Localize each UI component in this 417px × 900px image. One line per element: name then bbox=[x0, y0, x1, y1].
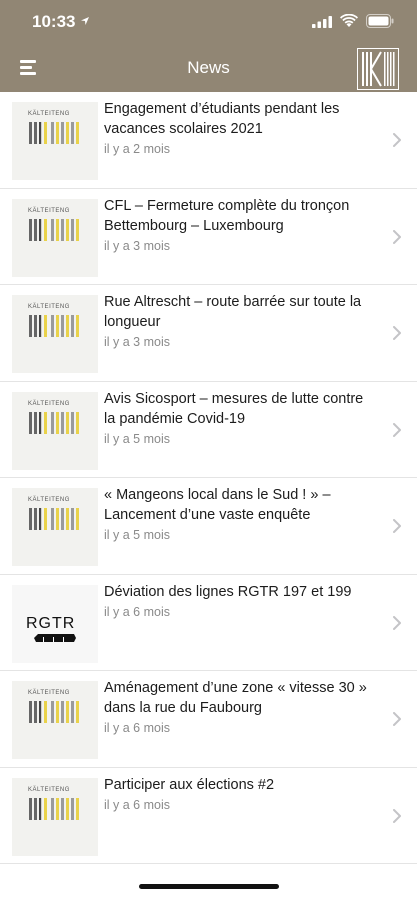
logo-bars-icon bbox=[29, 797, 79, 820]
chevron-right-icon bbox=[393, 519, 401, 533]
bus-icon bbox=[34, 633, 76, 642]
app-header: 10:33 News bbox=[0, 0, 417, 92]
chevron-right-icon bbox=[393, 808, 401, 823]
municipality-logo-thumbnail: KÄLTEITENG bbox=[12, 295, 98, 373]
logo-text: KÄLTEITENG bbox=[28, 207, 70, 214]
news-title: Avis Sicosport – mesures de lutte contre… bbox=[104, 390, 364, 427]
news-title: Rue Altrescht – route barrée sur toute l… bbox=[104, 294, 362, 330]
news-title: Engagement d’étudiants pendant les vacan… bbox=[104, 101, 340, 137]
news-list-item[interactable]: KÄLTEITENG Participer aux élections #2 il … bbox=[0, 768, 417, 864]
rgtr-logo-text: RGTR bbox=[26, 614, 76, 632]
municipality-logo-thumbnail: KÄLTEITENG bbox=[12, 102, 98, 180]
logo-bars-icon bbox=[29, 218, 79, 241]
chevron-right-icon bbox=[393, 326, 401, 340]
news-date: il y a 6 mois bbox=[104, 721, 170, 735]
logo-bars-icon bbox=[29, 315, 79, 337]
location-arrow-icon bbox=[81, 17, 89, 25]
news-list-item[interactable]: KÄLTEITENG CFL – Fermeture complète du tr… bbox=[0, 189, 417, 285]
news-list-item[interactable]: KÄLTEITENG Aménagement d’une zone « vites… bbox=[0, 671, 417, 768]
municipality-logo-thumbnail: KÄLTEITENG bbox=[12, 681, 98, 759]
news-date: il y a 5 mois bbox=[104, 528, 170, 542]
municipality-logo-thumbnail: KÄLTEITENG bbox=[12, 391, 98, 470]
municipality-logo-thumbnail: KÄLTEITENG bbox=[12, 198, 98, 277]
wifi-icon bbox=[340, 14, 358, 27]
news-title: Aménagement d’une zone « vitesse 30 » da… bbox=[104, 680, 367, 716]
municipality-logo-thumbnail: KÄLTEITENG bbox=[12, 777, 98, 856]
news-list-item[interactable]: KÄLTEITENG Engagement d’étudiants pendant… bbox=[0, 92, 417, 189]
navigation-bar: News bbox=[0, 46, 417, 92]
news-list-item[interactable]: KÄLTEITENG « Mangeons local dans le Sud !… bbox=[0, 478, 417, 575]
status-bar: 10:33 bbox=[0, 0, 417, 46]
chevron-right-icon bbox=[393, 712, 401, 726]
home-indicator[interactable] bbox=[139, 884, 279, 889]
status-time: 10:33 bbox=[32, 12, 76, 31]
logo-bars-icon bbox=[29, 701, 79, 723]
news-date: il y a 3 mois bbox=[104, 335, 170, 349]
signal-icon bbox=[312, 16, 332, 28]
logo-bars-icon bbox=[29, 508, 79, 530]
logo-text: KÄLTEITENG bbox=[28, 400, 70, 407]
news-title: Déviation des lignes RGTR 197 et 199 bbox=[104, 583, 352, 600]
logo-text: KÄLTEITENG bbox=[28, 690, 70, 696]
page-title: News bbox=[187, 58, 230, 77]
news-title: « Mangeons local dans le Sud ! » – Lance… bbox=[104, 487, 331, 523]
chevron-right-icon bbox=[393, 422, 401, 437]
news-list-item[interactable]: KÄLTEITENG Avis Sicosport – mesures de lu… bbox=[0, 382, 417, 478]
news-date: il y a 6 mois bbox=[104, 797, 170, 812]
logo-bars-icon bbox=[29, 411, 79, 434]
rgtr-logo-thumbnail: RGTR bbox=[12, 584, 98, 663]
logo-text: KÄLTEITENG bbox=[28, 786, 70, 793]
news-date: il y a 6 mois bbox=[104, 604, 170, 619]
news-list-item[interactable]: KÄLTEITENG Rue Altrescht – route barrée s… bbox=[0, 285, 417, 382]
chevron-right-icon bbox=[393, 229, 401, 244]
news-title: CFL – Fermeture complète du tronçon Bett… bbox=[104, 197, 350, 234]
brand-logo bbox=[357, 48, 399, 90]
battery-icon bbox=[366, 14, 394, 28]
news-date: il y a 3 mois bbox=[104, 238, 170, 253]
news-list: KÄLTEITENG Engagement d’étudiants pendant… bbox=[0, 92, 417, 864]
logo-bars-icon bbox=[29, 122, 79, 144]
logo-text: KÄLTEITENG bbox=[28, 304, 70, 310]
municipality-logo-thumbnail: KÄLTEITENG bbox=[12, 488, 98, 566]
news-date: il y a 2 mois bbox=[104, 142, 170, 156]
news-title: Participer aux élections #2 bbox=[104, 776, 275, 793]
logo-text: KÄLTEITENG bbox=[28, 111, 70, 117]
news-date: il y a 5 mois bbox=[104, 431, 170, 446]
news-list-item[interactable]: RGTR Déviation des lignes RGTR 197 et 199… bbox=[0, 575, 417, 671]
chevron-right-icon bbox=[393, 615, 401, 630]
chevron-right-icon bbox=[393, 133, 401, 147]
logo-text: KÄLTEITENG bbox=[28, 497, 70, 503]
